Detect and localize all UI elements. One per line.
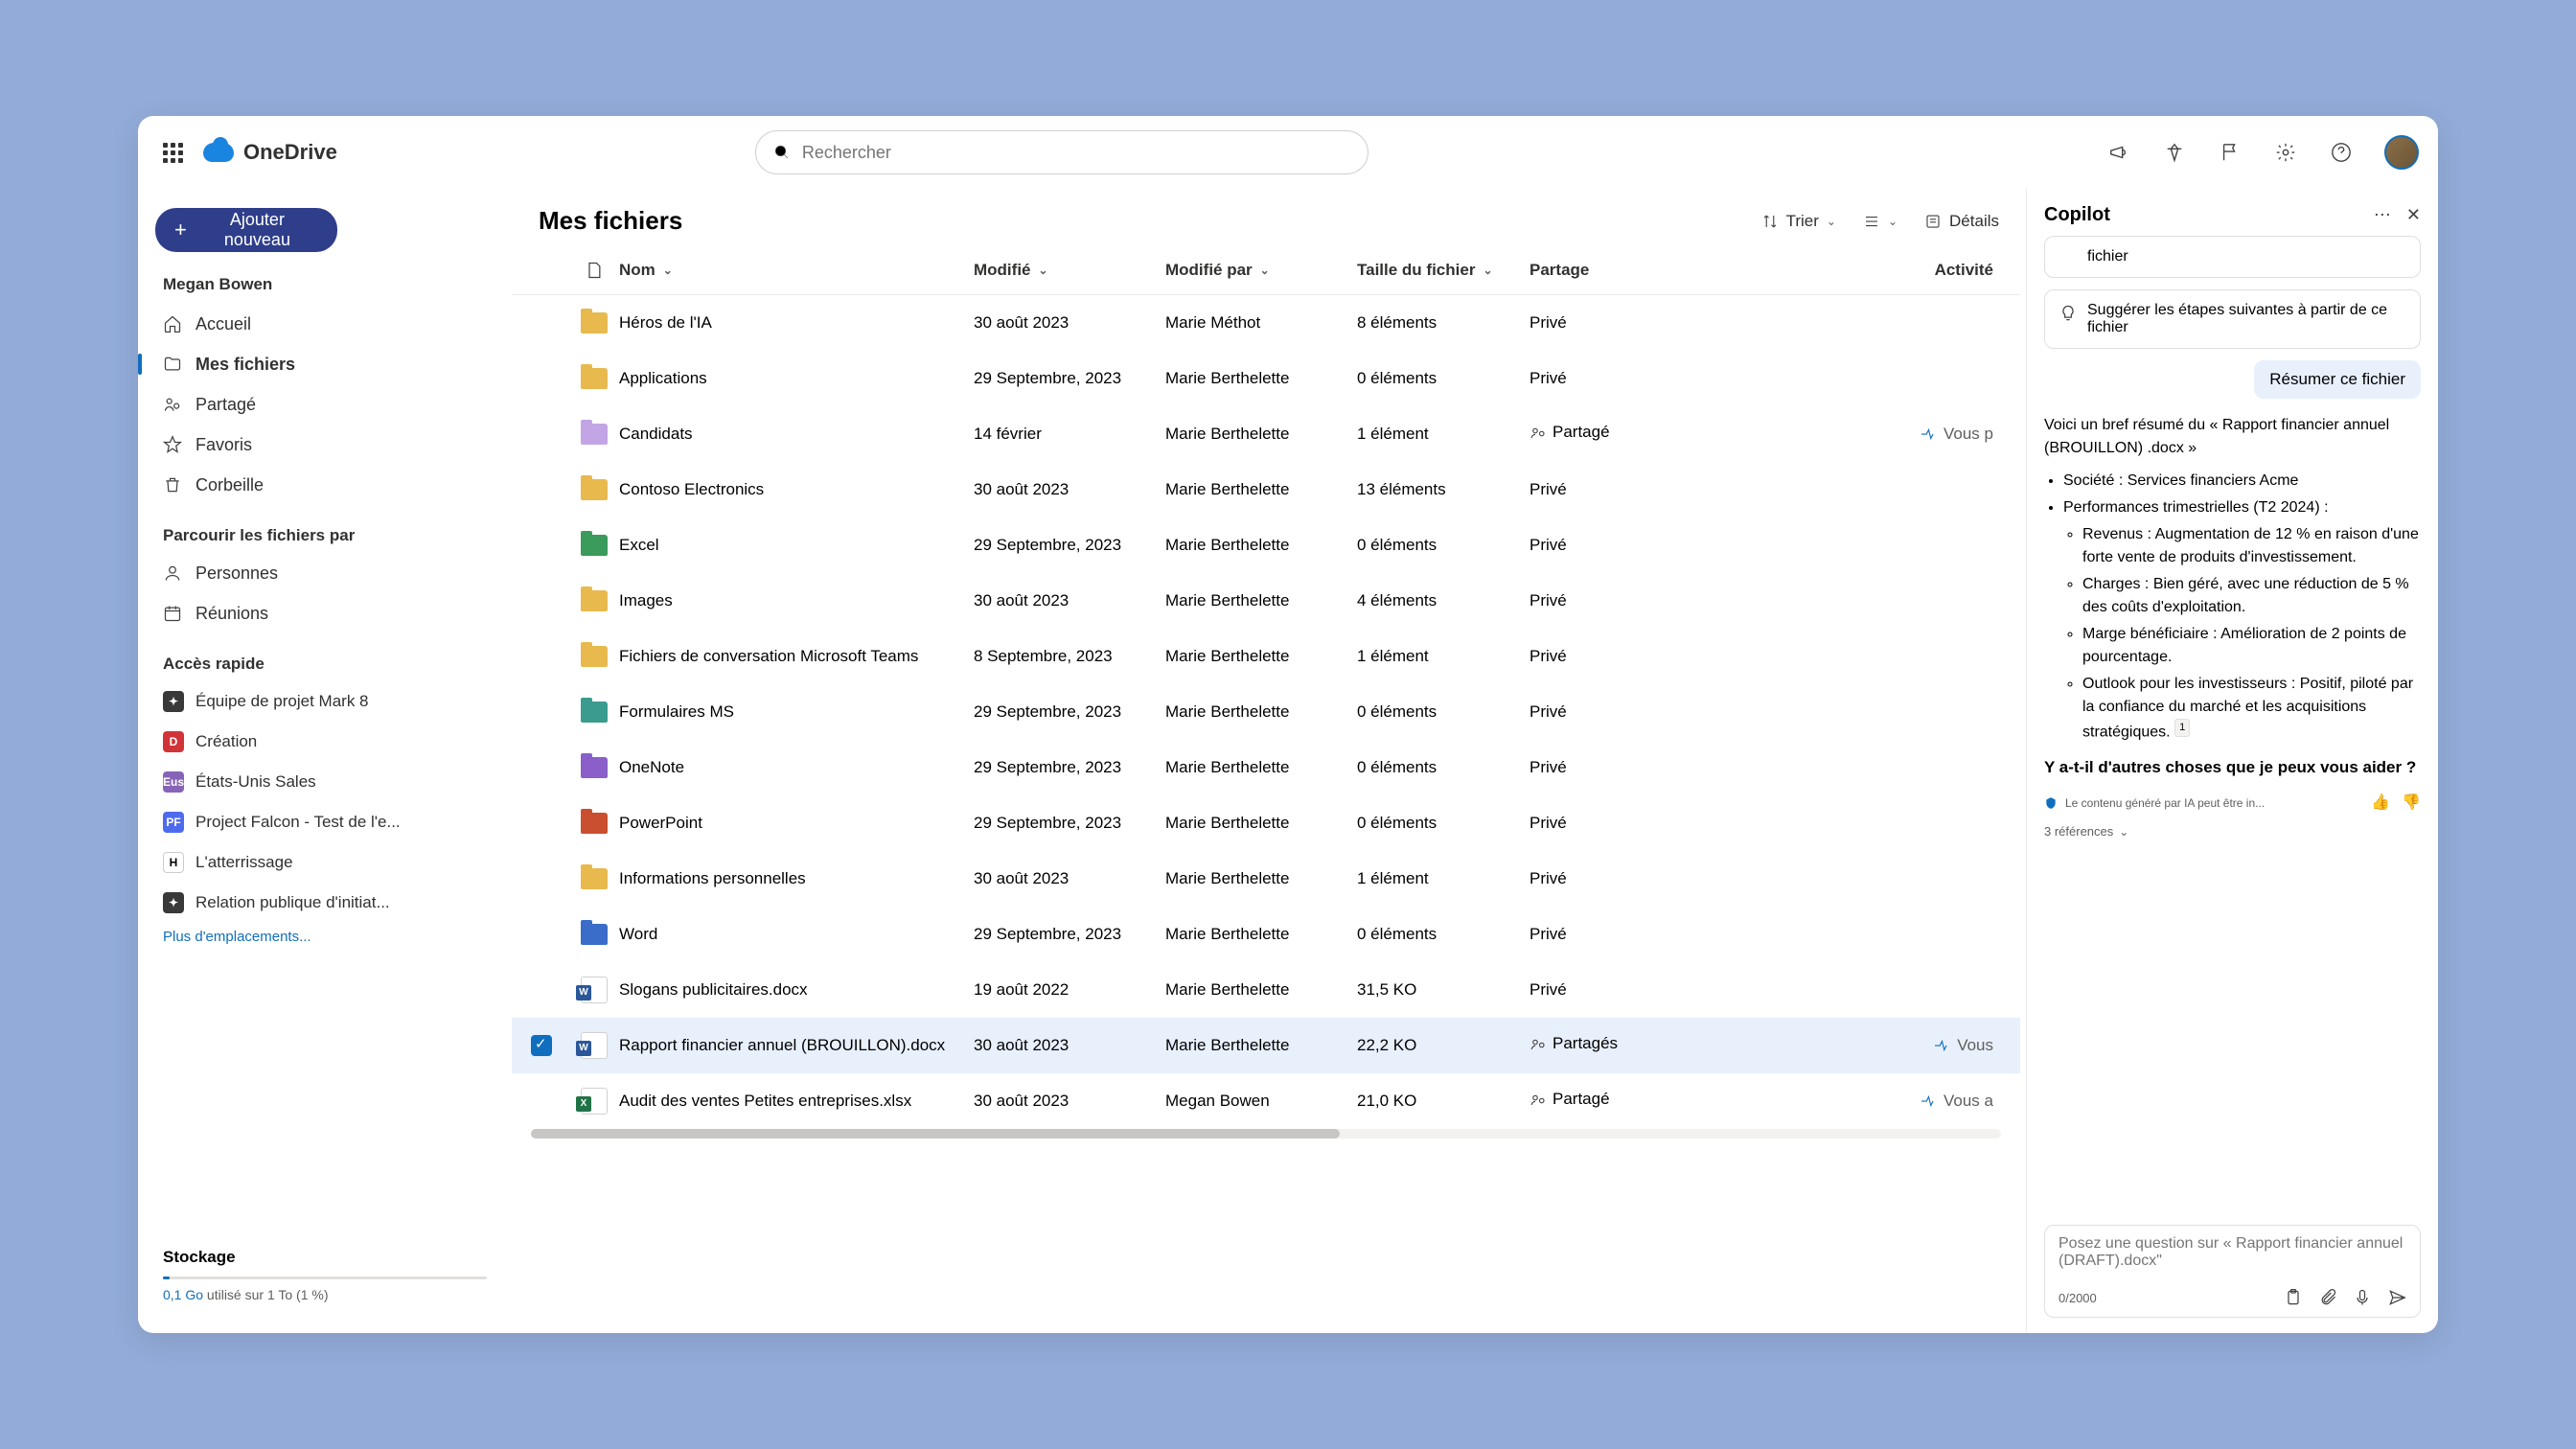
table-row[interactable]: Formulaires MS 29 Septembre, 2023 Marie … (512, 684, 2020, 740)
table-row[interactable]: Fichiers de conversation Microsoft Teams… (512, 629, 2020, 684)
table-row[interactable]: Applications 29 Septembre, 2023 Marie Be… (512, 351, 2020, 406)
references-toggle[interactable]: 3 références⌄ (2044, 822, 2421, 841)
page-title: Mes fichiers (539, 206, 682, 236)
col-name[interactable]: Nom⌄ (619, 261, 974, 280)
nav-home[interactable]: Accueil (150, 304, 500, 344)
user-message: Résumer ce fichier (2254, 360, 2421, 399)
app-window: OneDrive +Ajouter nouveau Megan Bowen Ac… (138, 116, 2438, 1333)
nav-favorites[interactable]: Favoris (150, 425, 500, 465)
main: Mes fichiers Trier⌄ ⌄ Détails Nom⌄ Modif… (512, 189, 2026, 1333)
table-row[interactable]: W Rapport financier annuel (BROUILLON).d… (512, 1018, 2020, 1073)
quick-access-item[interactable]: HL'atterrissage (150, 842, 500, 883)
table-row[interactable]: Images 30 août 2023 Marie Berthelette 4 … (512, 573, 2020, 629)
mic-icon[interactable] (2353, 1288, 2372, 1307)
storage-text: 0,1 Go utilisé sur 1 To (1 %) (163, 1287, 487, 1302)
send-icon[interactable] (2387, 1288, 2406, 1307)
settings-icon[interactable] (2273, 140, 2298, 165)
table-row[interactable]: Excel 29 Septembre, 2023 Marie Berthelet… (512, 518, 2020, 573)
copilot-title: Copilot (2044, 204, 2110, 226)
sidebar: +Ajouter nouveau Megan Bowen Accueil Mes… (138, 189, 512, 1333)
copilot-input-area: 0/2000 (2044, 1225, 2421, 1318)
char-count: 0/2000 (2058, 1291, 2097, 1305)
file-list: Nom⌄ Modifié⌄ Modifié par⌄ Taille du fic… (512, 245, 2026, 1333)
table-row[interactable]: Informations personnelles 30 août 2023 M… (512, 851, 2020, 907)
nav-people[interactable]: Personnes (150, 553, 500, 593)
storage-bar (163, 1276, 487, 1279)
copilot-panel: Copilot ⋯ ✕ fichier Suggérer les étapes … (2026, 189, 2438, 1333)
view-button[interactable]: ⌄ (1863, 213, 1898, 230)
nav-recycle[interactable]: Corbeille (150, 465, 500, 505)
quick-access-item[interactable]: ✦Relation publique d'initiat... (150, 883, 500, 923)
nav-my-files[interactable]: Mes fichiers (150, 344, 500, 384)
table-row[interactable]: Héros de l'IA 30 août 2023 Marie Méthot … (512, 295, 2020, 351)
more-icon[interactable]: ⋯ (2374, 205, 2391, 225)
quick-access-item[interactable]: DCréation (150, 722, 500, 762)
attach-icon[interactable] (2318, 1288, 2337, 1307)
table-row[interactable]: PowerPoint 29 Septembre, 2023 Marie Bert… (512, 795, 2020, 851)
sort-button[interactable]: Trier⌄ (1761, 212, 1836, 231)
col-sharing[interactable]: Partage (1530, 261, 1721, 280)
summary-text: Voici un bref résumé du « Rapport financ… (2044, 414, 2421, 1225)
horizontal-scrollbar[interactable] (531, 1129, 2001, 1138)
col-activity[interactable]: Activité (1721, 261, 2001, 280)
close-icon[interactable]: ✕ (2406, 205, 2421, 225)
row-checkbox[interactable] (531, 1035, 552, 1056)
user-name: Megan Bowen (163, 275, 500, 294)
header: OneDrive (138, 116, 2438, 189)
quick-access-item[interactable]: ✦Équipe de projet Mark 8 (150, 681, 500, 722)
list-header: Nom⌄ Modifié⌄ Modifié par⌄ Taille du fic… (512, 245, 2020, 295)
search-input[interactable] (802, 143, 1350, 163)
table-row[interactable]: W Slogans publicitaires.docx 19 août 202… (512, 962, 2020, 1018)
add-new-button[interactable]: +Ajouter nouveau (155, 208, 337, 252)
onedrive-icon (203, 143, 234, 162)
avatar[interactable] (2384, 135, 2419, 170)
quick-access-item[interactable]: PFProject Falcon - Test de l'e... (150, 802, 500, 842)
table-row[interactable]: OneNote 29 Septembre, 2023 Marie Berthel… (512, 740, 2020, 795)
app-launcher-icon[interactable] (157, 137, 188, 168)
app-name: OneDrive (243, 140, 337, 165)
toolbar: Mes fichiers Trier⌄ ⌄ Détails (512, 189, 2026, 245)
storage-title: Stockage (163, 1248, 487, 1267)
logo[interactable]: OneDrive (203, 140, 337, 165)
lightbulb-icon (2058, 304, 2078, 323)
help-icon[interactable] (2329, 140, 2354, 165)
quick-access-item[interactable]: EusÉtats-Unis Sales (150, 762, 500, 802)
search-box[interactable] (755, 130, 1368, 174)
diamond-icon[interactable] (2162, 140, 2187, 165)
nav-meetings[interactable]: Réunions (150, 593, 500, 633)
megaphone-icon[interactable] (2106, 140, 2131, 165)
quick-title: Accès rapide (163, 655, 500, 674)
more-locations-link[interactable]: Plus d'emplacements... (163, 929, 500, 945)
followup-question: Y a-t-il d'autres choses que je peux vou… (2044, 755, 2421, 780)
col-size[interactable]: Taille du fichier⌄ (1357, 261, 1530, 280)
storage-section: Stockage 0,1 Go utilisé sur 1 To (1 %) (150, 1248, 500, 1322)
table-row[interactable]: Word 29 Septembre, 2023 Marie Berthelett… (512, 907, 2020, 962)
table-row[interactable]: Contoso Electronics 30 août 2023 Marie B… (512, 462, 2020, 518)
col-modified[interactable]: Modifié⌄ (974, 261, 1165, 280)
details-button[interactable]: Détails (1924, 212, 1999, 231)
table-row[interactable]: X Audit des ventes Petites entreprises.x… (512, 1073, 2020, 1129)
suggestion-card-2[interactable]: Suggérer les étapes suivantes à partir d… (2044, 289, 2421, 349)
thumbs-down-icon[interactable]: 👎 (2402, 792, 2421, 815)
browse-title: Parcourir les fichiers par (163, 526, 500, 545)
table-row[interactable]: Candidats 14 février Marie Berthelette 1… (512, 406, 2020, 462)
ai-disclaimer: Le contenu généré par IA peut être in...… (2044, 792, 2421, 815)
thumbs-up-icon[interactable]: 👍 (2371, 792, 2390, 815)
file-type-icon (569, 261, 619, 280)
copilot-input[interactable] (2058, 1235, 2406, 1277)
col-modified-by[interactable]: Modifié par⌄ (1165, 261, 1357, 280)
flag-icon[interactable] (2218, 140, 2242, 165)
clipboard-icon[interactable] (2284, 1288, 2303, 1307)
search-icon (773, 144, 791, 161)
nav-shared[interactable]: Partagé (150, 384, 500, 425)
suggestion-card-1[interactable]: fichier (2044, 236, 2421, 278)
